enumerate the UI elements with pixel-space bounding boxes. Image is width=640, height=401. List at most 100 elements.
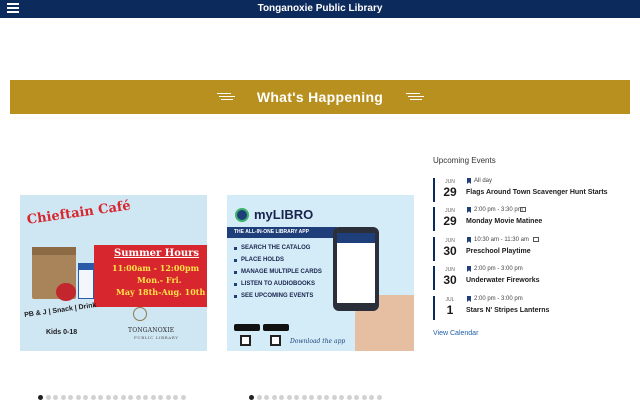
carousel-dot[interactable] [143,395,148,400]
carousel-dot[interactable] [120,395,126,400]
carousel-dot[interactable] [158,395,163,400]
bookmark-icon [467,237,471,243]
carousel-dot[interactable] [60,395,66,400]
right-decoration-icon [406,93,424,103]
event-day: 30 [443,273,457,287]
mylibro-slide[interactable]: myLIBRO THE ALL-IN-ONE LIBRARY APP SEARC… [227,195,414,351]
carousel-dot[interactable] [316,395,322,400]
carousel-dot[interactable] [361,395,367,400]
carousel-dot[interactable] [376,395,382,400]
event-time: All day [474,178,493,184]
feature-item: SEE UPCOMING EVENTS [233,293,314,299]
download-text: Download the app [290,338,346,345]
carousel-dot[interactable] [75,395,81,400]
event-item[interactable]: JUN 29 2:00 pm - 3:30 pm Monday Movie Matin… [433,207,633,231]
event-item[interactable]: JUN 29 All day Flags Around Town Scavenger … [433,178,633,202]
hours-text: 11:00am - 12:00pm [112,263,200,273]
view-calendar-link[interactable]: View Calendar [433,330,478,337]
carousel-dot[interactable] [301,395,307,400]
slide-title: Chieftain Café [26,198,132,228]
library-logo-icon [133,307,147,321]
dates-text: May 18th-Aug. 10th [116,287,206,297]
chieftain-cafe-slide[interactable]: Chieftain Café Summer Hours 11:00am - 12… [20,195,207,351]
audience-text: Kids 0-18 [46,329,78,336]
phone-screen-header [337,233,375,243]
event-day: 1 [446,303,454,317]
library-name: TONGANOXIE [128,327,175,334]
carousel-dot[interactable] [165,395,171,400]
event-day: 29 [443,185,457,199]
site-header: Tonganoxie Public Library [0,0,640,18]
event-title[interactable]: Stars N' Stripes Lanterns [466,307,549,314]
qr-code-icon [270,335,281,346]
slide-title: myLIBRO [254,207,314,222]
whats-happening-banner: What's Happening [10,80,630,114]
carousel-dot[interactable] [339,395,344,400]
event-title[interactable]: Monday Movie Matinee [466,218,542,225]
carousel-dot[interactable] [294,395,299,400]
bookmark-icon [467,296,471,302]
carousel-dot[interactable] [83,395,88,400]
google-play-badge-icon [263,324,289,331]
carousel-dot[interactable] [38,395,43,400]
carousel-dot[interactable] [150,395,156,400]
carousel-dot[interactable] [45,395,51,400]
carousel-dot[interactable] [256,395,262,400]
app-store-badge-icon [234,324,260,331]
days-text: Mon.- Fri. [137,275,182,285]
event-item[interactable]: JUL 1 2:00 pm - 3:00 pm Stars N' Stripes La… [433,296,633,320]
carousel-dot[interactable] [264,395,269,400]
library-subtitle: PUBLIC LIBRARY [134,335,179,340]
phone-screen [337,233,375,303]
carousel-dot[interactable] [113,395,118,400]
carousel-dot[interactable] [135,395,141,400]
event-time: 10:30 am - 11:30 am [474,237,529,243]
carousel-dot[interactable] [173,395,178,400]
site-title[interactable]: Tonganoxie Public Library [0,3,640,14]
hours-heading: Summer Hours [114,248,200,259]
feature-item: LISTEN TO AUDIOBOOKS [233,281,316,287]
event-item[interactable]: JUN 30 10:30 am - 11:30 am Preschool Playti… [433,237,633,261]
bookmark-icon [467,178,471,184]
bookmark-icon [467,266,471,272]
event-item[interactable]: JUN 30 2:00 pm - 3:00 pm Underwater Firewor… [433,266,633,290]
event-title[interactable]: Underwater Fireworks [466,277,540,284]
carousel-dot[interactable] [324,395,329,400]
recurring-icon [533,237,539,242]
banner-title: What's Happening [256,89,384,105]
event-day: 30 [443,244,457,258]
carousel-dot[interactable] [286,395,292,400]
carousel-dot[interactable] [279,395,284,400]
carousel-dot[interactable] [105,395,111,400]
carousel-dot[interactable] [309,395,314,400]
offer-text: PB & J | Snack | Drink [23,301,97,320]
carousel-dot[interactable] [249,395,254,400]
event-title[interactable]: Flags Around Town Scavenger Hunt Starts [466,189,608,196]
feature-item: MANAGE MULTIPLE CARDS [234,269,322,275]
feature-item: SEARCH THE CATALOG [233,245,311,251]
event-day: 29 [443,214,457,228]
upcoming-events-heading: Upcoming Events [433,156,496,165]
qr-code-icon [240,335,251,346]
tagline: THE ALL-IN-ONE LIBRARY APP [234,229,309,235]
recurring-icon [520,207,526,212]
carousel-dot[interactable] [331,395,337,400]
apple-icon [56,283,76,301]
bookmark-icon [467,207,471,213]
lunch-bag-fold [32,247,76,255]
carousel-dot[interactable] [346,395,352,400]
juice-box-icon [78,269,94,299]
carousel-dot[interactable] [90,395,96,400]
carousel-dot[interactable] [354,395,359,400]
event-time: 2:00 pm - 3:00 pm [474,296,523,302]
carousel-dot[interactable] [128,395,133,400]
event-title[interactable]: Preschool Playtime [466,248,531,255]
mylibro-logo-icon [235,208,249,222]
carousel-dot[interactable] [271,395,277,400]
carousel-dot[interactable] [68,395,73,400]
carousel-dot[interactable] [98,395,103,400]
event-time: 2:00 pm - 3:30 pm [474,207,523,213]
carousel-dot[interactable] [53,395,58,400]
carousel-dot[interactable] [369,395,374,400]
carousel-dot[interactable] [180,395,186,400]
